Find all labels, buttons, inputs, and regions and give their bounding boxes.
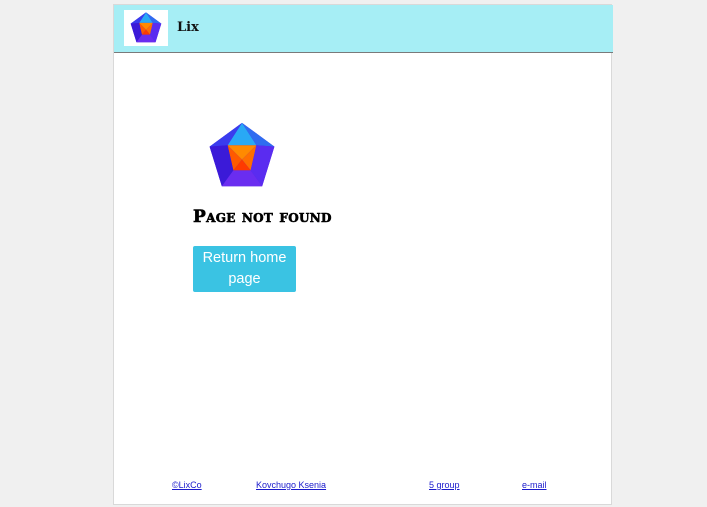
return-home-button[interactable]: Return home page [193, 246, 296, 292]
site-title: Lix [177, 20, 199, 35]
footer-link-author[interactable]: Kovchugo Ksenia [256, 480, 326, 490]
footer-link-email[interactable]: e-mail [522, 480, 547, 490]
main-logo [206, 120, 278, 192]
footer-link-copyright[interactable]: ©LixCo [172, 480, 202, 490]
page-not-found-heading: Page not found [193, 207, 332, 228]
footer-link-group[interactable]: 5 group [429, 480, 460, 490]
site-header: Lix [114, 5, 613, 53]
page-container: Lix Page not found Return home page ©Lix… [113, 4, 613, 505]
lix-logo-icon [209, 122, 275, 187]
header-logo-link[interactable] [124, 10, 168, 46]
lix-logo-icon [130, 12, 162, 43]
